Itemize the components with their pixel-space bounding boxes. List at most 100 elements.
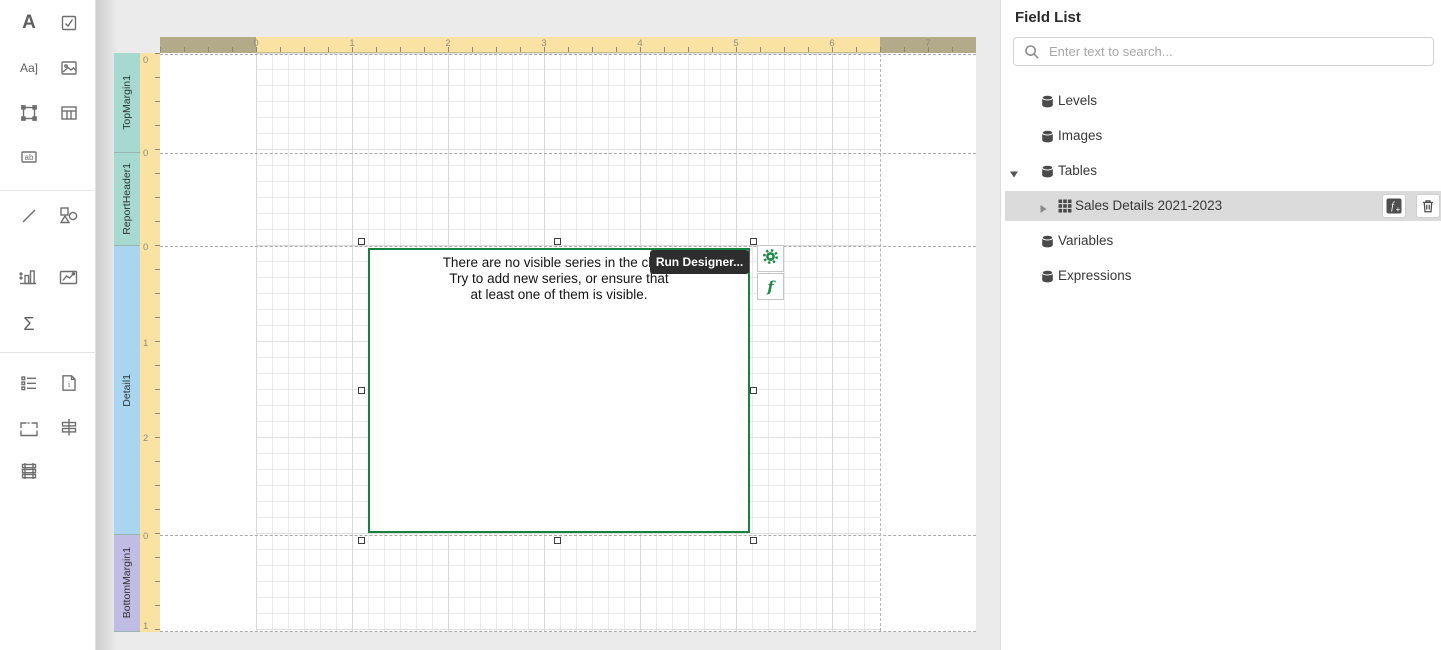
- database-icon: [1041, 234, 1054, 253]
- check-box-icon[interactable]: [56, 10, 82, 36]
- rich-text-icon[interactable]: ab: [16, 144, 42, 170]
- v-ruler-number: 0: [143, 55, 148, 66]
- collapse-arrow-icon[interactable]: [1009, 166, 1019, 184]
- fx-icon: f: [767, 278, 773, 296]
- toolbox-divider: [0, 190, 96, 191]
- svg-text:ab: ab: [25, 153, 34, 162]
- database-icon: [1041, 269, 1054, 288]
- page-top-edge: [160, 54, 976, 55]
- band-strip: TopMargin1 ReportHeader1 Detail1 BottomMarg…: [114, 53, 140, 632]
- band-header-bottommargin1[interactable]: BottomMargin1: [114, 535, 140, 632]
- design-surface[interactable]: There are no visible series in the chart…: [160, 53, 976, 632]
- selection-handle[interactable]: [358, 387, 365, 394]
- gear-icon: [762, 248, 779, 270]
- field-list-item-variables[interactable]: Variables: [1001, 226, 1441, 256]
- table-grid-icon: [1058, 199, 1072, 218]
- h-ruler-number: 5: [733, 38, 738, 49]
- horizontal-ruler: 0 1 2 3 4 5 6 7: [160, 37, 976, 53]
- h-ruler-number: 0: [253, 38, 258, 49]
- chart-icon[interactable]: [16, 265, 42, 291]
- delete-button[interactable]: [1416, 194, 1440, 218]
- expression-button[interactable]: f: [757, 273, 784, 300]
- page-info-icon[interactable]: i: [56, 370, 82, 396]
- picture-box-icon[interactable]: [56, 55, 82, 81]
- item-label: Expressions: [1058, 268, 1132, 283]
- right-margin-edge: [880, 54, 881, 631]
- svg-text:i: i: [68, 379, 71, 389]
- svg-text:+: +: [1396, 205, 1401, 214]
- chart-control[interactable]: There are no visible series in the chart…: [368, 248, 750, 533]
- toolbox: A Aa] ab Σi: [0, 0, 96, 650]
- selection-handle[interactable]: [750, 238, 757, 245]
- sparkline-icon[interactable]: [56, 265, 82, 291]
- band-header-topmargin1[interactable]: TopMargin1: [114, 53, 140, 153]
- h-ruler-number: 2: [445, 38, 450, 49]
- h-ruler-number: 7: [925, 38, 930, 49]
- h-ruler-number: 6: [829, 38, 834, 49]
- v-ruler-number: 0: [143, 531, 148, 542]
- band-label: BottomMargin1: [121, 547, 133, 618]
- band-header-reportheader1[interactable]: ReportHeader1: [114, 153, 140, 246]
- character-comb-icon[interactable]: Aa]: [16, 55, 42, 81]
- cross-band-box-icon[interactable]: [16, 458, 42, 484]
- page-bottom-edge: [160, 631, 976, 632]
- v-ruler-number: 0: [143, 148, 148, 159]
- search-icon: [1024, 44, 1040, 60]
- field-list-item-sales-details-2021-2023[interactable]: Sales Details 2021-2023 f+: [1005, 191, 1441, 221]
- band-separator-detail[interactable]: [160, 535, 976, 536]
- selection-handle[interactable]: [554, 238, 561, 245]
- selection-handle[interactable]: [750, 387, 757, 394]
- label-icon[interactable]: A: [16, 10, 42, 36]
- smart-tag-button[interactable]: [757, 245, 784, 272]
- run-designer-button[interactable]: Run Designer...: [650, 250, 749, 274]
- h-ruler-number: 3: [541, 38, 546, 49]
- v-ruler-number: 1: [143, 338, 148, 349]
- database-icon: [1041, 164, 1054, 183]
- toolbox-divider: [0, 352, 96, 353]
- page-break-icon[interactable]: [16, 414, 42, 440]
- panel-icon[interactable]: [16, 100, 42, 126]
- item-label: Variables: [1058, 233, 1113, 248]
- band-separator-topmargin[interactable]: [160, 153, 976, 154]
- selection-handle[interactable]: [554, 537, 561, 544]
- check-box-list-icon[interactable]: [16, 370, 42, 396]
- field-list-item-levels[interactable]: Levels: [1001, 86, 1441, 116]
- shape-icon[interactable]: [56, 203, 82, 229]
- search-box[interactable]: [1013, 37, 1434, 66]
- field-list-item-expressions[interactable]: Expressions: [1001, 261, 1441, 291]
- line-icon[interactable]: [16, 203, 42, 229]
- chart-message-line: at least one of them is visible.: [370, 287, 748, 303]
- search-input[interactable]: [1049, 44, 1433, 59]
- item-label: Levels: [1058, 93, 1097, 108]
- selection-handle[interactable]: [750, 537, 757, 544]
- vertical-ruler: 0 0 0 1 2 0 1: [140, 53, 160, 632]
- field-list-item-tables[interactable]: Tables: [1001, 156, 1441, 186]
- add-calculated-field-button[interactable]: f+: [1382, 194, 1406, 218]
- v-ruler-number: 2: [143, 433, 148, 444]
- band-label: ReportHeader1: [121, 163, 133, 235]
- band-header-detail1[interactable]: Detail1: [114, 246, 140, 535]
- database-icon: [1041, 129, 1054, 148]
- pivot-grid-icon[interactable]: Σ: [16, 311, 42, 337]
- expand-arrow-icon[interactable]: [1038, 201, 1048, 219]
- band-label: TopMargin1: [121, 75, 133, 130]
- item-label: Sales Details 2021-2023: [1075, 198, 1222, 213]
- field-list-panel: Field List Levels Images Tables Sales Detai…: [1000, 0, 1441, 650]
- panel-title: Field List: [1015, 9, 1081, 26]
- left-margin-ruler-segment: [160, 37, 256, 53]
- selection-handle[interactable]: [358, 537, 365, 544]
- band-label: Detail1: [121, 374, 133, 407]
- v-ruler-number: 1: [143, 621, 148, 632]
- design-canvas: 0 1 2 3 4 5 6 7 TopMargin1 ReportHeader1 Detail1 B…: [96, 0, 1000, 650]
- h-ruler-number: 1: [349, 38, 354, 49]
- v-ruler-number: 0: [143, 242, 148, 253]
- table-icon[interactable]: [56, 100, 82, 126]
- database-icon: [1041, 94, 1054, 113]
- h-ruler-number: 4: [637, 38, 642, 49]
- cross-band-line-icon[interactable]: [56, 414, 82, 440]
- selection-handle[interactable]: [358, 238, 365, 245]
- field-list-item-images[interactable]: Images: [1001, 121, 1441, 151]
- band-separator-reportheader[interactable]: [160, 246, 976, 247]
- item-label: Images: [1058, 128, 1102, 143]
- report-designer: A Aa] ab Σi 0 1 2 3 4 5 6 7 TopMargin1 ReportHeader…: [0, 0, 1441, 650]
